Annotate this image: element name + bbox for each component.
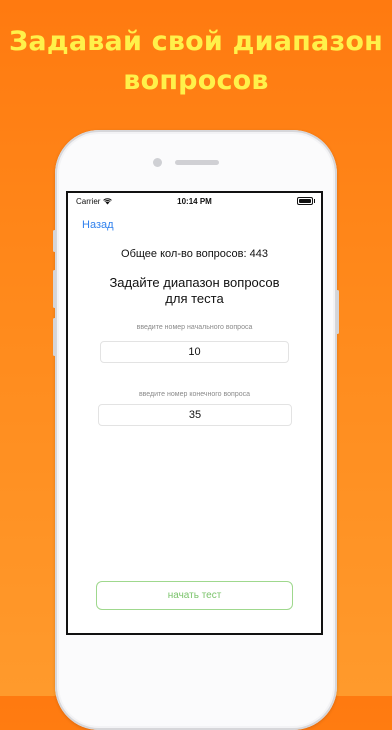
promo-headline-line1: Задавай свой диапазон [9,26,383,57]
end-question-input[interactable]: 35 [98,404,292,426]
phone-power-button [336,290,339,334]
phone-side-button [53,230,56,252]
status-bar: Carrier 10:14 PM [68,193,321,211]
status-time: 10:14 PM [177,197,212,206]
phone-volume-down-button [53,318,56,356]
earpiece-speaker [175,160,219,165]
battery-icon [297,197,315,205]
phone-volume-up-button [53,270,56,308]
start-question-label: введите номер начального вопроса [136,324,253,331]
promo-headline-line2: вопросов [123,65,269,96]
back-button[interactable]: Назад [82,219,114,231]
front-camera [153,158,162,167]
start-test-button[interactable]: начать тест [96,581,293,610]
range-prompt-line1: Задайте диапазон вопросов [109,275,280,290]
start-question-input[interactable]: 10 [100,341,289,363]
range-prompt: Задайте диапазон вопросов для теста [68,275,321,307]
end-question-label: введите номер конечного вопроса [138,391,251,398]
range-prompt-line2: для теста [165,291,224,306]
promo-headline: Задавай свой диапазон вопросов [0,22,392,100]
app-screen: Carrier 10:14 PM Назад Общее кол-во вопр… [66,191,323,635]
total-questions-count: Общее кол-во вопросов: 443 [121,248,268,260]
